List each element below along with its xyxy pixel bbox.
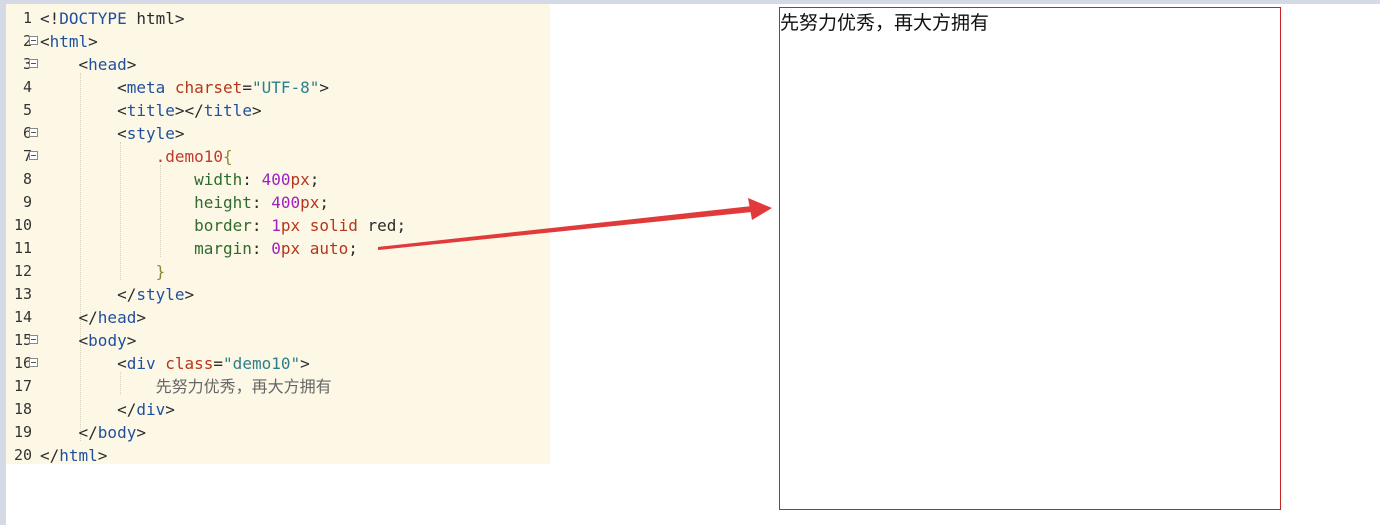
line-number: 5 [22, 101, 32, 119]
code-text: <!DOCTYPE html> [40, 9, 185, 28]
arrow-head [748, 198, 772, 220]
fold-toggle-icon[interactable] [29, 151, 38, 160]
code-text: width: 400px; [194, 170, 320, 189]
code-line[interactable]: 9 height: 400px; [6, 191, 550, 214]
line-number: 9 [22, 193, 32, 211]
code-line[interactable]: 19 </body> [6, 421, 550, 444]
code-text: <meta charset="UTF-8"> [117, 78, 330, 97]
code-text: </head> [78, 308, 146, 327]
code-line[interactable]: 18 </div> [6, 398, 550, 421]
code-text: <title></title> [117, 101, 262, 120]
fold-toggle-icon[interactable] [29, 36, 38, 45]
code-line[interactable]: 2 <html> [6, 30, 550, 53]
code-text: </html> [40, 446, 108, 465]
code-line[interactable]: 14 </head> [6, 306, 550, 329]
code-line[interactable]: 10 border: 1px solid red; [6, 214, 550, 237]
browser-preview-box: 先努力优秀，再大方拥有 [779, 7, 1281, 510]
code-line[interactable]: 16 <div class="demo10"> [6, 352, 550, 375]
code-line[interactable]: 20 </html> [6, 444, 550, 467]
code-text: } [155, 262, 166, 281]
code-line[interactable]: 7 .demo10{ [6, 145, 550, 168]
line-number: 17 [13, 377, 32, 395]
line-number: 4 [22, 78, 32, 96]
code-line[interactable]: 3 <head> [6, 53, 550, 76]
code-text: <html> [40, 32, 98, 51]
code-line[interactable]: 12 } [6, 260, 550, 283]
line-number: 1 [22, 9, 32, 27]
code-text: <body> [78, 331, 137, 350]
line-number: 11 [13, 239, 32, 257]
line-number: 19 [13, 423, 32, 441]
code-text: </body> [78, 423, 146, 442]
code-editor[interactable]: 1 <!DOCTYPE html> 2 <html> 3 <head> 4 <meta c… [6, 4, 550, 467]
code-line[interactable]: 17 先努力优秀，再大方拥有 [6, 375, 550, 398]
code-text: </style> [117, 285, 195, 304]
line-number: 13 [13, 285, 32, 303]
code-text: .demo10{ [155, 147, 233, 166]
code-text: <style> [117, 124, 185, 143]
code-text: margin: 0px auto; [194, 239, 358, 258]
code-line[interactable]: 15 <body> [6, 329, 550, 352]
line-number: 20 [13, 446, 32, 464]
code-text: border: 1px solid red; [194, 216, 407, 235]
code-line[interactable]: 1 <!DOCTYPE html> [6, 7, 550, 30]
preview-text: 先努力优秀，再大方拥有 [780, 12, 990, 34]
code-line[interactable]: 6 <style> [6, 122, 550, 145]
code-line[interactable]: 11 margin: 0px auto; [6, 237, 550, 260]
code-text: <head> [78, 55, 137, 74]
code-line[interactable]: 5 <title></title> [6, 99, 550, 122]
line-number: 10 [13, 216, 32, 234]
fold-toggle-icon[interactable] [29, 128, 38, 137]
code-line[interactable]: 4 <meta charset="UTF-8"> [6, 76, 550, 99]
line-number: 14 [13, 308, 32, 326]
fold-toggle-icon[interactable] [29, 59, 38, 68]
code-line[interactable]: 13 </style> [6, 283, 550, 306]
line-number: 12 [13, 262, 32, 280]
fold-toggle-icon[interactable] [29, 335, 38, 344]
code-text: </div> [117, 400, 175, 419]
line-number: 18 [13, 400, 32, 418]
code-text: 先努力优秀，再大方拥有 [155, 377, 332, 396]
line-number: 8 [22, 170, 32, 188]
code-text: <div class="demo10"> [117, 354, 310, 373]
code-text: height: 400px; [194, 193, 329, 212]
fold-toggle-icon[interactable] [29, 358, 38, 367]
code-line[interactable]: 8 width: 400px; [6, 168, 550, 191]
